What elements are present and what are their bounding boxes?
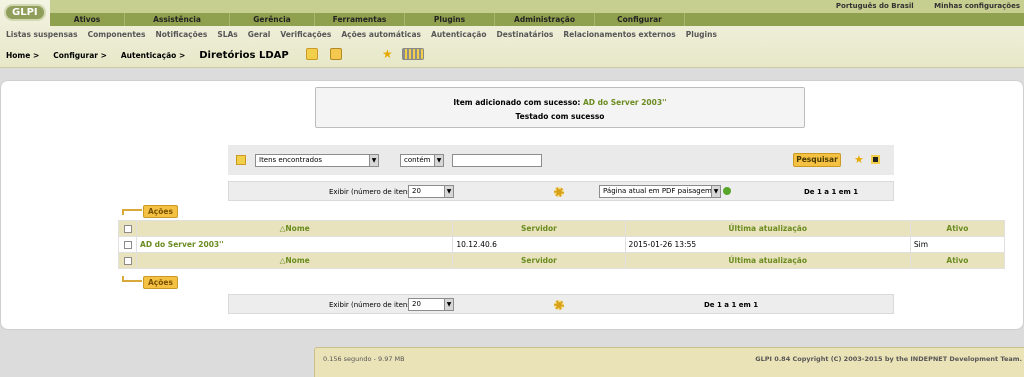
row-server: 10.12.40.6: [452, 236, 626, 253]
pager-label-bottom: Exibir (número de itens): [329, 301, 414, 309]
export-select[interactable]: Página atual em PDF paisagem ▼: [599, 185, 721, 198]
export-go-icon[interactable]: [723, 187, 731, 195]
select-all-checkbox[interactable]: [123, 225, 132, 233]
add-icon[interactable]: [306, 48, 318, 60]
pager-top: Exibir (número de itens) 20 ▼ Página atua…: [228, 181, 894, 201]
message-line2: Testado com sucesso: [515, 112, 605, 121]
submenu-destinatarios[interactable]: Destinatários: [497, 27, 554, 43]
language-link[interactable]: Português do Brasil: [836, 2, 914, 10]
menu-ativos[interactable]: Ativos: [50, 13, 125, 26]
row-updated: 2015-01-26 13:55: [624, 236, 911, 253]
search-input[interactable]: [452, 154, 542, 167]
menu-configurar[interactable]: Configurar: [595, 13, 685, 26]
submenu-componentes[interactable]: Componentes: [88, 27, 146, 43]
col-nome-bottom[interactable]: △Nome: [136, 252, 454, 269]
footer-timing: 0.156 segundo - 9.97 MB: [323, 355, 405, 363]
search-field-select[interactable]: Itens encontrados ▼: [255, 154, 379, 167]
submenu-verificacoes[interactable]: Verificações: [280, 27, 331, 43]
search-button[interactable]: Pesquisar: [793, 153, 841, 167]
items-per-page-select[interactable]: 20 ▼: [408, 185, 454, 198]
col-servidor[interactable]: Servidor: [452, 220, 626, 237]
submenu-listas[interactable]: Listas suspensas: [6, 27, 78, 43]
submenu-slas[interactable]: SLAs: [217, 27, 237, 43]
breadcrumb-configurar[interactable]: Configurar >: [53, 51, 107, 60]
display-options-icon[interactable]: [554, 187, 564, 197]
pager-range: De 1 a 1 em 1: [804, 188, 859, 196]
col-ultima-atualizacao[interactable]: Última atualização: [624, 220, 911, 237]
top-bar: Português do Brasil Minhas configurações: [50, 0, 1024, 13]
add-criteria-icon[interactable]: [236, 155, 246, 165]
main-menu: Ativos Assistência Gerência Ferramentas …: [50, 13, 1024, 26]
message-item-link[interactable]: AD do Server 2003'': [583, 98, 667, 107]
row-active: Sim: [909, 236, 1006, 253]
pager-bottom: Exibir (número de itens) 20 ▼ De 1 a 1 em…: [228, 294, 894, 314]
reset-search-icon[interactable]: [871, 155, 880, 164]
bookmark-star-icon[interactable]: ★: [854, 153, 864, 166]
page-title: Diretórios LDAP: [199, 49, 289, 61]
breadcrumb: Home > Configurar > Autenticação > Diret…: [6, 48, 289, 62]
pager-range-bottom: De 1 a 1 em 1: [704, 301, 759, 309]
col-ativo-bottom[interactable]: Ativo: [909, 252, 1006, 269]
search-tool-icon[interactable]: [330, 48, 342, 60]
menu-plugins[interactable]: Plugins: [405, 13, 495, 26]
breadcrumb-home[interactable]: Home >: [6, 51, 39, 60]
success-message: Item adicionado com sucesso: AD do Serve…: [315, 87, 805, 128]
menu-administracao[interactable]: Administração: [495, 13, 595, 26]
display-options-icon-bottom[interactable]: [554, 300, 564, 310]
col-ativo[interactable]: Ativo: [909, 220, 1006, 237]
glpi-logo[interactable]: GLPI: [4, 4, 46, 21]
submenu-autenticacao[interactable]: Autenticação: [431, 27, 486, 43]
table-row: AD do Server 2003'' 10.12.40.6 2015-01-2…: [117, 236, 1006, 253]
breadcrumb-autenticacao[interactable]: Autenticação >: [121, 51, 185, 60]
submenu: Listas suspensas Componentes Notificaçõe…: [0, 27, 1024, 43]
arrow-up-icon: [122, 276, 142, 282]
menu-assistencia[interactable]: Assistência: [125, 13, 230, 26]
search-operator-select[interactable]: contém ▼: [400, 154, 444, 167]
col-nome[interactable]: △Nome: [136, 220, 454, 237]
header: GLPI Português do Brasil Minhas configur…: [0, 0, 1024, 68]
submenu-plugins[interactable]: Plugins: [686, 27, 717, 43]
menu-ferramentas[interactable]: Ferramentas: [315, 13, 405, 26]
col-servidor-bottom[interactable]: Servidor: [452, 252, 626, 269]
arrow-down-icon: [122, 209, 142, 215]
message-prefix: Item adicionado com sucesso:: [453, 98, 581, 107]
select-all-checkbox-bottom[interactable]: [123, 257, 132, 265]
ldap-table: △Nome Servidor Última atualização Ativo …: [117, 220, 1006, 269]
submenu-geral[interactable]: Geral: [248, 27, 271, 43]
saved-search-icon[interactable]: [402, 48, 424, 60]
menu-gerencia[interactable]: Gerência: [230, 13, 315, 26]
submenu-acoes-automaticas[interactable]: Ações automáticas: [341, 27, 421, 43]
settings-link[interactable]: Minhas configurações: [934, 2, 1020, 10]
submenu-notificacoes[interactable]: Notificações: [156, 27, 208, 43]
submenu-relacionamentos[interactable]: Relacionamentos externos: [563, 27, 675, 43]
row-name-link[interactable]: AD do Server 2003'': [136, 236, 454, 253]
col-ultima-atualizacao-bottom[interactable]: Última atualização: [624, 252, 911, 269]
star-bookmark-icon[interactable]: ★: [382, 48, 394, 60]
pager-label: Exibir (número de itens): [329, 188, 414, 196]
footer-copyright[interactable]: GLPI 0.84 Copyright (C) 2003-2015 by the…: [755, 355, 1022, 363]
footer: 0.156 segundo - 9.97 MB GLPI 0.84 Copyri…: [314, 347, 1024, 377]
row-checkbox[interactable]: [123, 241, 132, 249]
items-per-page-select-bottom[interactable]: 20 ▼: [408, 298, 454, 311]
search-bar: Itens encontrados ▼ contém ▼ Pesquisar ★: [228, 145, 894, 175]
